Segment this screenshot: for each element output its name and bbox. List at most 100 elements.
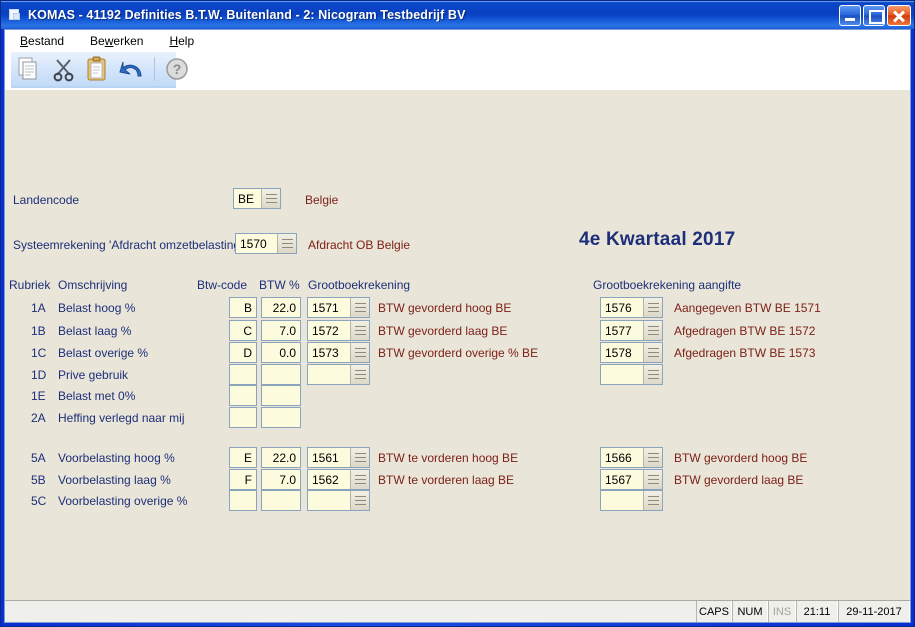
btwpct-input[interactable] xyxy=(261,364,301,385)
btwcode-input[interactable]: C xyxy=(229,320,257,341)
btwcode-value[interactable]: E xyxy=(230,448,256,467)
grootboekrekening-aangifte-lookup-icon[interactable] xyxy=(643,321,662,340)
grootboekrekening-aangifte-input[interactable]: 1566 xyxy=(600,447,663,468)
help-question-icon[interactable]: ? xyxy=(162,54,192,84)
row-omschrijving: Heffing verlegd naar mij xyxy=(58,411,185,425)
grootboekrekening-aangifte-input[interactable] xyxy=(600,364,663,385)
grootboekrekening-input[interactable]: 1573 xyxy=(307,342,370,363)
undo-arrow-icon[interactable] xyxy=(117,54,147,84)
btwpct-value[interactable]: 22.0 xyxy=(262,298,300,317)
minimize-button[interactable] xyxy=(839,4,861,26)
grootboekrekening-lookup-icon[interactable] xyxy=(350,470,369,489)
close-button[interactable] xyxy=(887,4,911,26)
grootboekrekening-aangifte-value[interactable]: 1578 xyxy=(601,343,643,362)
btwpct-input[interactable] xyxy=(261,407,301,428)
btwpct-input[interactable] xyxy=(261,385,301,406)
grootboekrekening-aangifte-value[interactable]: 1567 xyxy=(601,470,643,489)
grootboekrekening-aangifte-lookup-icon[interactable] xyxy=(643,298,662,317)
grootboekrekening-aangifte-input[interactable]: 1578 xyxy=(600,342,663,363)
grootboekrekening-lookup-icon[interactable] xyxy=(350,491,369,510)
systeemrekening-value[interactable]: 1570 xyxy=(236,234,277,253)
maximize-button[interactable] xyxy=(863,4,885,26)
btwcode-input[interactable] xyxy=(229,385,257,406)
grootboekrekening-lookup-icon[interactable] xyxy=(350,298,369,317)
cut-scissors-icon[interactable] xyxy=(49,54,79,84)
btwcode-input[interactable]: E xyxy=(229,447,257,468)
grootboekrekening-input[interactable]: 1561 xyxy=(307,447,370,468)
grootboekrekening-aangifte-value[interactable]: 1576 xyxy=(601,298,643,317)
grootboekrekening-input[interactable]: 1572 xyxy=(307,320,370,341)
grootboekrekening-aangifte-value[interactable] xyxy=(601,491,643,510)
menu-item-bewerken[interactable]: Bewerken xyxy=(87,33,146,49)
btwpct-value[interactable] xyxy=(262,365,300,384)
grootboekrekening-value[interactable] xyxy=(308,491,350,510)
row-rubriek: 5C xyxy=(31,494,47,508)
grootboekrekening-value[interactable] xyxy=(308,365,350,384)
landencode-input[interactable]: BE xyxy=(233,188,281,209)
btwcode-input[interactable]: D xyxy=(229,342,257,363)
grootboekrekening-value[interactable]: 1561 xyxy=(308,448,350,467)
grootboekrekening-value[interactable]: 1562 xyxy=(308,470,350,489)
btwpct-value[interactable]: 22.0 xyxy=(262,448,300,467)
btwpct-input[interactable]: 22.0 xyxy=(261,297,301,318)
status-bar: CAPS NUM INS 21:11 29-11-2017 xyxy=(5,600,910,622)
menu-item-help[interactable]: Help xyxy=(166,33,197,49)
grootboekrekening-aangifte-lookup-icon[interactable] xyxy=(643,343,662,362)
grootboekrekening-lookup-icon[interactable] xyxy=(350,448,369,467)
btwcode-value[interactable]: F xyxy=(230,470,256,489)
btwpct-value[interactable] xyxy=(262,408,300,427)
grootboekrekening-input[interactable]: 1571 xyxy=(307,297,370,318)
grootboekrekening-value[interactable]: 1571 xyxy=(308,298,350,317)
grootboekrekening-aangifte-input[interactable]: 1576 xyxy=(600,297,663,318)
grootboekrekening-aangifte-lookup-icon[interactable] xyxy=(643,365,662,384)
systeemrekening-input[interactable]: 1570 xyxy=(235,233,297,254)
btwpct-input[interactable]: 22.0 xyxy=(261,447,301,468)
grootboekrekening-aangifte-value[interactable]: 1566 xyxy=(601,448,643,467)
btwcode-value[interactable]: D xyxy=(230,343,256,362)
grootboekrekening-value[interactable]: 1573 xyxy=(308,343,350,362)
btwcode-input[interactable] xyxy=(229,364,257,385)
btwpct-value[interactable]: 7.0 xyxy=(262,321,300,340)
grootboekrekening-input[interactable] xyxy=(307,490,370,511)
btwpct-value[interactable]: 0.0 xyxy=(262,343,300,362)
btwcode-input[interactable] xyxy=(229,407,257,428)
grootboekrekening-aangifte-description: Aangegeven BTW BE 1571 xyxy=(674,301,821,315)
grootboekrekening-aangifte-value[interactable]: 1577 xyxy=(601,321,643,340)
grootboekrekening-aangifte-lookup-icon[interactable] xyxy=(643,448,662,467)
btwpct-value[interactable]: 7.0 xyxy=(262,470,300,489)
grootboekrekening-aangifte-input[interactable] xyxy=(600,490,663,511)
paste-clipboard-icon[interactable] xyxy=(83,54,113,84)
btwpct-input[interactable]: 0.0 xyxy=(261,342,301,363)
landencode-value[interactable]: BE xyxy=(234,189,261,208)
btwpct-input[interactable] xyxy=(261,490,301,511)
btwcode-value[interactable] xyxy=(230,408,256,427)
systeemrekening-lookup-icon[interactable] xyxy=(277,234,296,253)
btwcode-value[interactable] xyxy=(230,386,256,405)
grootboekrekening-aangifte-description: Afgedragen BTW BE 1572 xyxy=(674,324,816,338)
btwcode-input[interactable] xyxy=(229,490,257,511)
grootboekrekening-aangifte-input[interactable]: 1577 xyxy=(600,320,663,341)
grootboekrekening-lookup-icon[interactable] xyxy=(350,365,369,384)
landencode-lookup-icon[interactable] xyxy=(261,189,280,208)
grootboekrekening-aangifte-value[interactable] xyxy=(601,365,643,384)
btwcode-input[interactable]: B xyxy=(229,297,257,318)
btwcode-value[interactable] xyxy=(230,491,256,510)
btwpct-value[interactable] xyxy=(262,491,300,510)
grootboekrekening-lookup-icon[interactable] xyxy=(350,343,369,362)
grootboekrekening-input[interactable]: 1562 xyxy=(307,469,370,490)
btwpct-value[interactable] xyxy=(262,386,300,405)
grootboekrekening-input[interactable] xyxy=(307,364,370,385)
btwcode-value[interactable] xyxy=(230,365,256,384)
btwcode-input[interactable]: F xyxy=(229,469,257,490)
grootboekrekening-lookup-icon[interactable] xyxy=(350,321,369,340)
btwcode-value[interactable]: B xyxy=(230,298,256,317)
grootboekrekening-aangifte-lookup-icon[interactable] xyxy=(643,491,662,510)
btwpct-input[interactable]: 7.0 xyxy=(261,469,301,490)
grootboekrekening-aangifte-input[interactable]: 1567 xyxy=(600,469,663,490)
btwcode-value[interactable]: C xyxy=(230,321,256,340)
btwpct-input[interactable]: 7.0 xyxy=(261,320,301,341)
grootboekrekening-value[interactable]: 1572 xyxy=(308,321,350,340)
grootboekrekening-aangifte-lookup-icon[interactable] xyxy=(643,470,662,489)
menu-item-bestand[interactable]: Bestand xyxy=(17,33,67,49)
copy-icon[interactable] xyxy=(15,54,45,84)
